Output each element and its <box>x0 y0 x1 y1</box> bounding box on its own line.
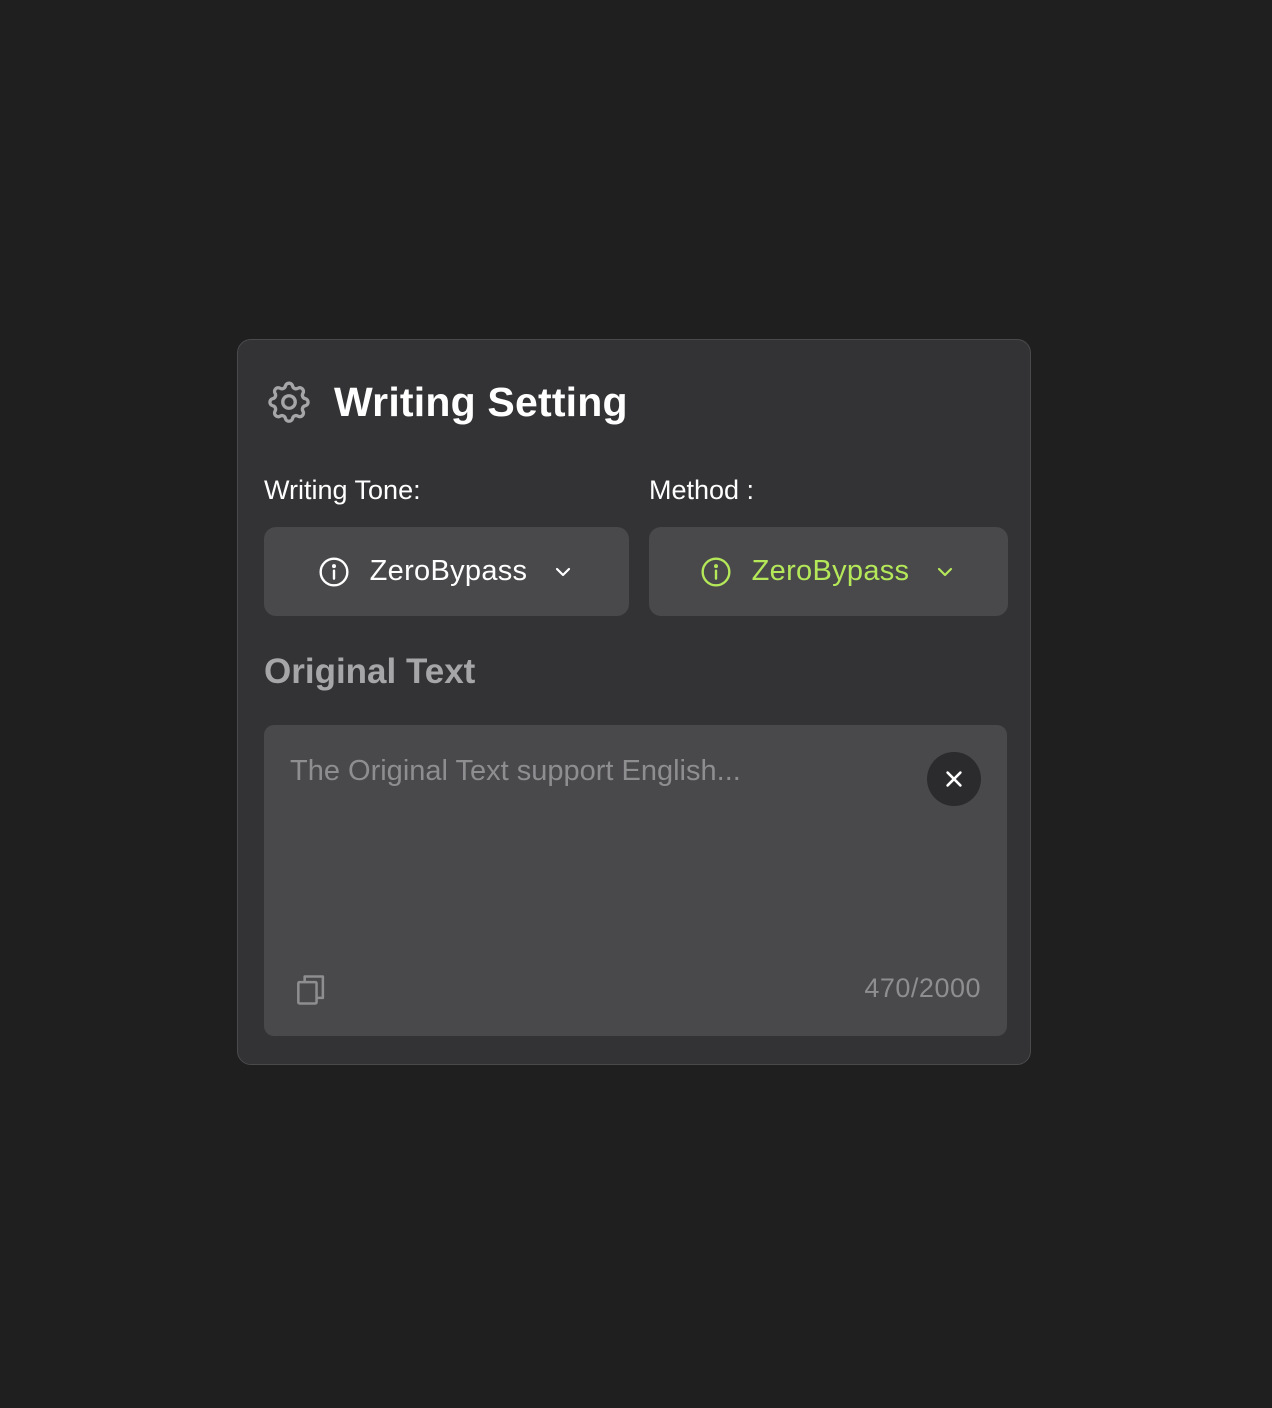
writing-setting-panel: Writing Setting Writing Tone: Method : Z… <box>237 339 1031 1065</box>
copy-button[interactable] <box>292 971 330 1009</box>
method-label: Method : <box>649 475 755 505</box>
writing-tone-label: Writing Tone: <box>264 475 421 505</box>
gear-icon <box>264 377 314 427</box>
clear-text-button[interactable] <box>927 752 981 806</box>
method-dropdown[interactable]: ZeroBypass <box>649 527 1008 616</box>
panel-title: Writing Setting <box>334 378 628 425</box>
info-icon <box>318 556 350 588</box>
info-icon <box>700 556 732 588</box>
method-value: ZeroBypass <box>751 555 910 587</box>
copy-icon <box>292 971 330 1009</box>
original-text-box: 470/2000 <box>264 725 1007 1036</box>
panel-header: Writing Setting <box>264 374 628 430</box>
close-icon <box>943 768 965 790</box>
writing-tone-value: ZeroBypass <box>369 555 528 587</box>
chevron-down-icon <box>527 560 575 584</box>
writing-tone-dropdown[interactable]: ZeroBypass <box>264 527 629 616</box>
chevron-down-icon <box>909 560 957 584</box>
character-counter: 470/2000 <box>864 973 981 1003</box>
original-text-heading: Original Text <box>264 652 476 691</box>
original-text-input[interactable] <box>290 753 910 973</box>
